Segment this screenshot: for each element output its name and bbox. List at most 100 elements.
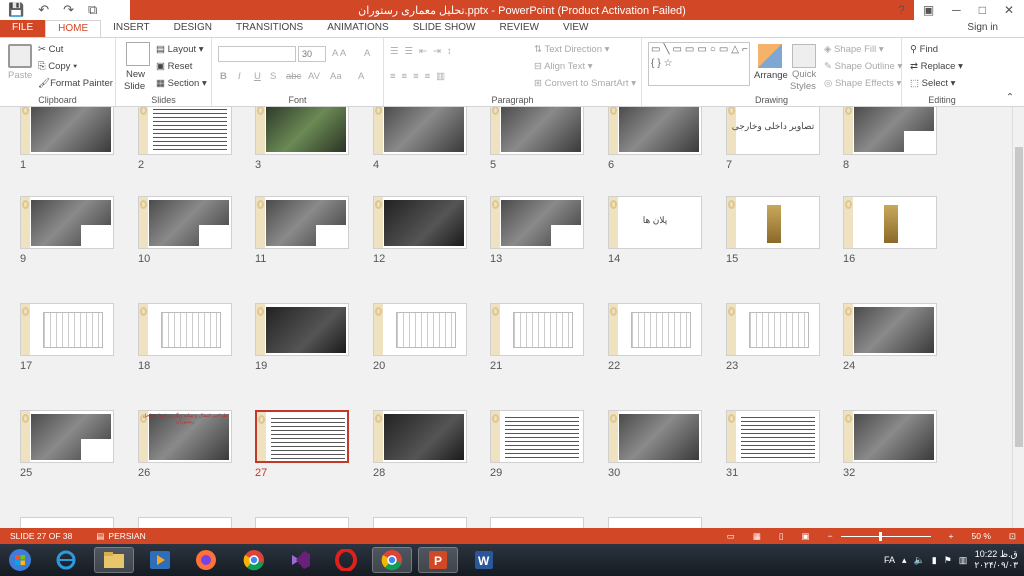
reset-button[interactable]: ▣ Reset <box>156 61 192 72</box>
redo-icon[interactable]: ↷ <box>63 2 74 18</box>
slide-thumbnail[interactable] <box>373 107 467 155</box>
underline-button[interactable]: U <box>254 71 261 82</box>
strikethrough-button[interactable]: abc <box>286 71 301 82</box>
char-spacing-button[interactable]: AV <box>308 71 320 82</box>
font-name-input[interactable] <box>218 46 296 62</box>
slide-thumbnail[interactable] <box>726 303 820 356</box>
tab-view[interactable]: VIEW <box>551 20 601 37</box>
opera-icon[interactable] <box>326 547 366 573</box>
new-slide-button[interactable]: New <box>126 69 145 80</box>
text-direction-button[interactable]: ⇅ Text Direction ▾ <box>534 44 609 55</box>
slide-thumbnail-partial[interactable] <box>373 517 467 528</box>
tab-animations[interactable]: ANIMATIONS <box>315 20 400 37</box>
tab-home[interactable]: HOME <box>45 20 102 37</box>
zoom-in-button[interactable]: + <box>949 531 954 541</box>
find-button[interactable]: ⚲ Find <box>910 44 938 55</box>
slide-thumbnail[interactable] <box>373 303 467 356</box>
layout-button[interactable]: ▤ Layout ▾ <box>156 44 204 55</box>
ie-icon[interactable] <box>46 547 86 573</box>
zoom-level[interactable]: 50 % <box>972 531 991 541</box>
file-explorer-icon[interactable] <box>94 547 134 573</box>
slide-thumbnail[interactable] <box>138 107 232 155</box>
tab-review[interactable]: REVIEW <box>487 20 550 37</box>
language-bar[interactable]: FA <box>884 555 895 565</box>
normal-view-icon[interactable]: ▭ <box>727 531 735 542</box>
slide-thumbnail-partial[interactable] <box>20 517 114 528</box>
word-icon[interactable]: W <box>464 547 504 573</box>
paste-icon[interactable] <box>8 44 32 68</box>
close-button[interactable]: ✕ <box>1004 3 1014 17</box>
new-slide-icon[interactable] <box>126 42 150 66</box>
slide-thumbnail[interactable] <box>843 410 937 463</box>
slide-thumbnail[interactable] <box>490 196 584 249</box>
slide-thumbnail[interactable] <box>255 410 349 463</box>
vertical-scrollbar[interactable] <box>1012 107 1024 528</box>
slide-thumbnail[interactable] <box>138 303 232 356</box>
slide-thumbnail[interactable] <box>138 196 232 249</box>
tab-file[interactable]: FILE <box>0 20 46 37</box>
replace-button[interactable]: ⇄ Replace ▾ <box>910 61 963 72</box>
bold-button[interactable]: B <box>220 71 227 82</box>
font-color-button[interactable]: A <box>358 71 364 82</box>
zoom-slider[interactable] <box>840 531 931 541</box>
sorter-view-icon[interactable]: ▦ <box>753 531 761 542</box>
tab-transitions[interactable]: TRANSITIONS <box>224 20 315 37</box>
new-slide-dropdown[interactable]: Slide <box>124 81 145 92</box>
tray-arrow-icon[interactable]: ▴ <box>902 555 907 566</box>
clock[interactable]: 10:22 ق.ظ ۲۰۲۴/۰۹/۰۳ <box>974 549 1018 571</box>
fit-to-window-icon[interactable]: ⊡ <box>1009 531 1016 542</box>
slide-thumbnail[interactable] <box>20 410 114 463</box>
slide-thumbnail[interactable] <box>373 410 467 463</box>
arrange-icon[interactable] <box>758 44 782 68</box>
network-icon[interactable]: ▮ <box>932 555 937 566</box>
slide-thumbnail[interactable] <box>726 196 820 249</box>
quick-styles-button[interactable]: Quick <box>792 69 816 80</box>
convert-smartart-button[interactable]: ⊞ Convert to SmartArt ▾ <box>534 78 636 89</box>
cut-button[interactable]: ✂ Cut <box>38 44 63 55</box>
network-signal-icon[interactable]: ▥ <box>959 555 968 566</box>
slide-thumbnail[interactable] <box>255 303 349 356</box>
language-indicator[interactable]: PERSIAN <box>108 531 145 541</box>
shapes-gallery[interactable]: ▭╲▭▭▭○▭△⌐⌐⇨⇩✩{△⌒∿(){}☆ <box>648 42 750 86</box>
save-icon[interactable]: 💾 <box>8 2 24 18</box>
reading-view-icon[interactable]: ▯ <box>779 531 784 542</box>
slide-thumbnail[interactable] <box>490 410 584 463</box>
slide-thumbnail[interactable] <box>608 410 702 463</box>
change-case-button[interactable]: Aa <box>330 71 342 82</box>
slide-thumbnail-partial[interactable] <box>138 517 232 528</box>
tab-slide-show[interactable]: SLIDE SHOW <box>401 20 488 37</box>
scrollbar-thumb[interactable] <box>1015 147 1023 447</box>
slide-thumbnail[interactable] <box>843 196 937 249</box>
slide-thumbnail-partial[interactable] <box>255 517 349 528</box>
slide-thumbnail[interactable] <box>20 196 114 249</box>
italic-button[interactable]: I <box>238 71 241 82</box>
list-buttons[interactable]: ☰☰⇤⇥↕ <box>390 46 458 57</box>
clear-format-button[interactable]: A <box>364 48 370 59</box>
maximize-button[interactable]: □ <box>979 3 986 17</box>
slide-thumbnail[interactable] <box>373 196 467 249</box>
format-painter-button[interactable]: 🖌Format Painter <box>38 78 113 89</box>
quick-styles-icon[interactable] <box>792 44 816 68</box>
tab-design[interactable]: DESIGN <box>162 20 224 37</box>
volume-icon[interactable]: 🔈 <box>914 555 925 566</box>
slide-thumbnail[interactable] <box>490 107 584 155</box>
ribbon-display-button[interactable]: ▣ <box>923 3 934 17</box>
slide-thumbnail[interactable]: تصاویر داخلی وخارجی <box>726 107 820 155</box>
minimize-button[interactable]: ─ <box>952 3 961 17</box>
slide-thumbnail[interactable] <box>490 303 584 356</box>
align-text-button[interactable]: ⊟ Align Text ▾ <box>534 61 593 72</box>
slide-thumbnail[interactable] <box>255 107 349 155</box>
select-button[interactable]: ⬚ Select ▾ <box>910 78 955 89</box>
arrange-button[interactable]: Arrange <box>754 70 788 81</box>
media-player-icon[interactable] <box>140 547 180 573</box>
start-icon[interactable] <box>4 547 36 573</box>
slide-thumbnail[interactable]: پلان ها <box>608 196 702 249</box>
slide-thumbnail[interactable] <box>608 107 702 155</box>
align-buttons[interactable]: ≡≡≡≡▥ <box>390 71 451 82</box>
slide-thumbnail[interactable] <box>843 107 937 155</box>
slide-thumbnail[interactable]: طراحی انتقال و سایه رنگ در فضای داخل رست… <box>138 410 232 463</box>
shape-effects-button[interactable]: ◎ Shape Effects ▾ <box>824 78 901 89</box>
slideshow-icon[interactable]: ⧉ <box>88 2 97 18</box>
collapse-ribbon-icon[interactable]: ⌃ <box>1006 92 1014 103</box>
undo-icon[interactable]: ↶ <box>38 2 49 18</box>
